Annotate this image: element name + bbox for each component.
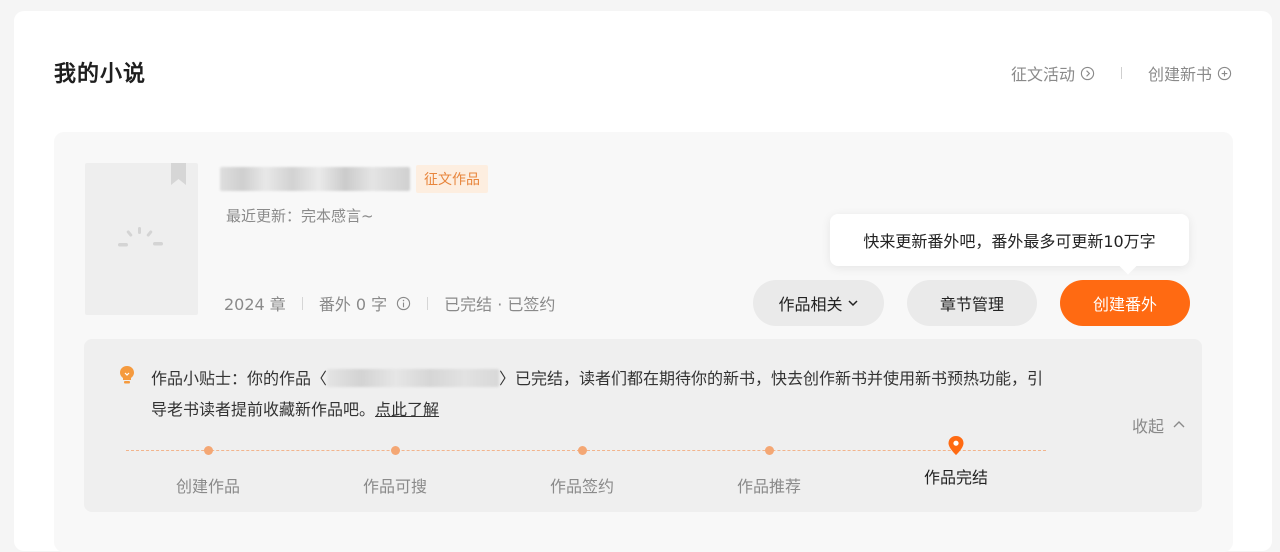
plus-circle-icon: [1217, 66, 1232, 81]
step-dot: [577, 446, 587, 455]
header-actions: 征文活动 创建新书: [1011, 61, 1232, 85]
book-title-redacted[interactable]: [220, 167, 410, 191]
novel-panel: 我的小说 征文活动 创建新书 征文作品 最近更新：完本感言~ 2024 章 番外…: [14, 11, 1272, 552]
extra-tooltip: 快来更新番外吧，番外最多可更新10万字: [830, 214, 1189, 275]
location-pin-icon: [896, 436, 1016, 455]
step-recommended: 作品推荐: [709, 443, 829, 497]
step-create: 创建作品: [148, 443, 268, 497]
create-book-label: 创建新书: [1147, 65, 1212, 84]
contest-label: 征文活动: [1010, 65, 1075, 84]
loading-spinner-icon: [117, 225, 165, 259]
works-menu-label: 作品相关: [778, 295, 843, 314]
chapter-count: 2024 章: [224, 295, 286, 314]
contest-link[interactable]: 征文活动: [1011, 61, 1095, 85]
step-label: 创建作品: [175, 477, 240, 496]
contest-tag: 征文作品: [416, 165, 488, 193]
create-book-link[interactable]: 创建新书: [1148, 61, 1232, 85]
step-label: 作品签约: [549, 477, 614, 496]
chevron-down-icon: [847, 297, 859, 309]
step-dot: [764, 446, 774, 455]
chevron-right-circle-icon: [1080, 66, 1095, 81]
step-label: 作品可搜: [362, 477, 427, 496]
book-cover[interactable]: [85, 163, 198, 315]
progress-tracker: 创建作品 作品可搜 作品签约 作品推荐 作品完结: [84, 339, 1202, 512]
step-completed: 作品完结: [896, 436, 1016, 488]
create-extra-label: 创建番外: [1092, 295, 1157, 314]
extra-word-count: 番外 0 字: [318, 295, 388, 314]
step-label: 作品完结: [923, 468, 988, 487]
chapter-manage-button[interactable]: 章节管理: [907, 280, 1037, 326]
book-title-row: 征文作品: [220, 165, 488, 193]
page-title: 我的小说: [54, 62, 147, 87]
recent-update: 最近更新：完本感言~: [226, 207, 374, 225]
create-extra-button[interactable]: 创建番外: [1060, 280, 1190, 326]
step-dot: [390, 446, 400, 455]
info-icon[interactable]: [396, 296, 411, 311]
tips-box: 作品小贴士：你的作品〈 〉已完结，读者们都在期待你的新书，快去创作新书并使用新书预…: [84, 339, 1202, 512]
step-searchable: 作品可搜: [335, 443, 455, 497]
chapter-manage-label: 章节管理: [939, 295, 1004, 314]
step-label: 作品推荐: [736, 477, 801, 496]
book-card: 征文作品 最近更新：完本感言~ 2024 章 番外 0 字 已完结 · 已签约 …: [54, 132, 1233, 552]
bookmark-icon: [171, 163, 186, 189]
step-signed: 作品签约: [522, 443, 642, 497]
book-status: 已完结 · 已签约: [444, 295, 556, 314]
header-divider: [1120, 67, 1122, 79]
step-dot: [203, 446, 213, 455]
tooltip-arrow: [1119, 257, 1137, 275]
stat-divider: [301, 296, 303, 310]
tooltip-text: 快来更新番外吧，番外最多可更新10万字: [863, 232, 1156, 251]
works-menu-button[interactable]: 作品相关: [753, 280, 884, 326]
book-stats: 2024 章 番外 0 字 已完结 · 已签约: [224, 291, 555, 315]
stat-divider: [427, 296, 429, 310]
